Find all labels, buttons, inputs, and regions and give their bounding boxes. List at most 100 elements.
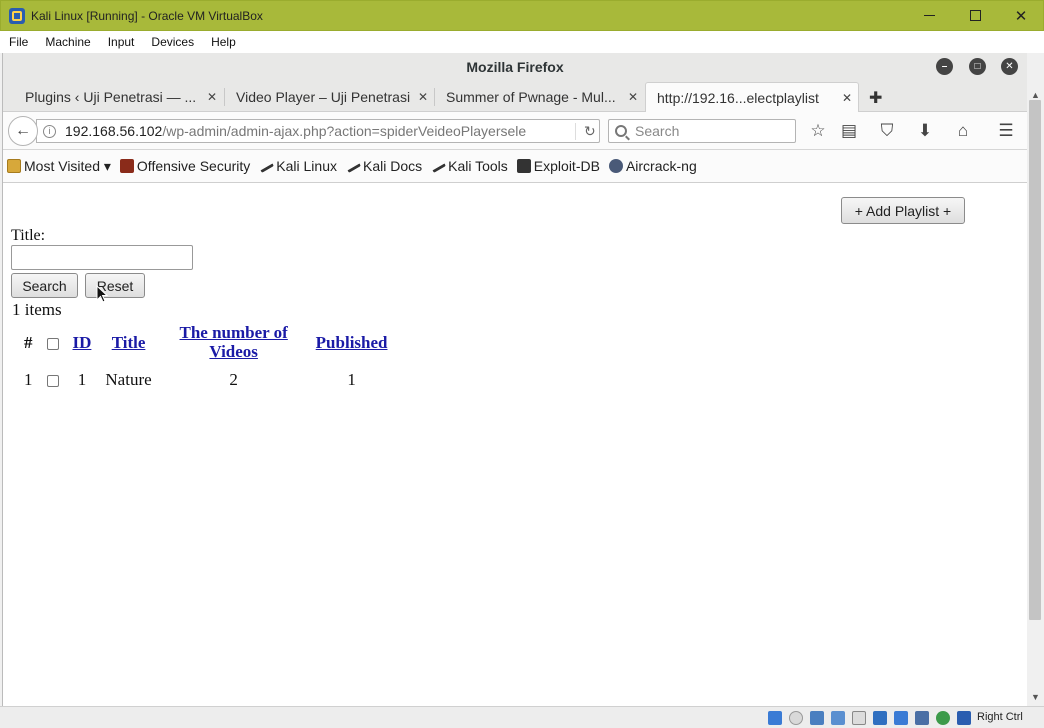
close-icon[interactable]: ✕ bbox=[1001, 58, 1018, 75]
kali-icon bbox=[258, 159, 275, 173]
pocket-icon[interactable]: ⛉ bbox=[877, 121, 897, 141]
shared-folders-icon[interactable] bbox=[873, 711, 887, 725]
tab-close-icon[interactable]: ✕ bbox=[628, 90, 638, 104]
network-icon[interactable] bbox=[831, 711, 845, 725]
bookmark-exploit-db[interactable]: Exploit-DB bbox=[516, 158, 600, 174]
url-host: 192.168.56.102 bbox=[65, 123, 163, 139]
host-maximize-button[interactable] bbox=[952, 0, 998, 31]
firefox-window: Mozilla Firefox – □ ✕ Plugins ‹ Uji Pene… bbox=[2, 53, 1028, 706]
optical-drive-icon[interactable] bbox=[789, 711, 803, 725]
audio-icon[interactable] bbox=[810, 711, 824, 725]
column-header-id[interactable]: ID bbox=[66, 320, 99, 364]
reset-button[interactable]: Reset bbox=[85, 273, 145, 298]
tab-close-icon[interactable]: ✕ bbox=[842, 91, 852, 105]
scroll-up-icon[interactable]: ▲ bbox=[1031, 90, 1040, 100]
bookmark-label: Kali Docs bbox=[362, 158, 423, 174]
row-select-cell bbox=[40, 364, 66, 396]
back-button[interactable]: ← bbox=[8, 116, 38, 146]
items-count: 1 items bbox=[12, 300, 62, 319]
table-header-row: # ID Title The number of Videos Publishe… bbox=[17, 320, 394, 364]
bookmark-label: Exploit-DB bbox=[533, 158, 600, 174]
kali-icon bbox=[430, 159, 447, 173]
sort-by-videos-link[interactable]: The number of Videos bbox=[180, 323, 288, 361]
search-bar[interactable]: Search bbox=[608, 119, 796, 143]
bookmark-star-icon[interactable]: ☆ bbox=[808, 121, 828, 141]
url-path: /wp-admin/admin-ajax.php?action=spiderVe… bbox=[162, 123, 527, 139]
host-minimize-button[interactable] bbox=[906, 0, 952, 31]
host-window-title: Kali Linux [Running] - Oracle VM Virtual… bbox=[31, 8, 263, 23]
url-bar[interactable]: i 192.168.56.102 /wp-admin/admin-ajax.ph… bbox=[36, 119, 600, 143]
select-all-checkbox[interactable] bbox=[46, 337, 59, 350]
menu-file[interactable]: File bbox=[9, 35, 28, 49]
host-close-button[interactable]: ✕ bbox=[998, 0, 1044, 31]
sort-by-published-link[interactable]: Published bbox=[316, 333, 388, 352]
scroll-down-icon[interactable]: ▼ bbox=[1031, 692, 1040, 702]
row-title[interactable]: Nature bbox=[98, 364, 158, 396]
search-placeholder: Search bbox=[635, 123, 680, 139]
column-header-videos[interactable]: The number of Videos bbox=[159, 320, 309, 364]
row-video-count: 2 bbox=[229, 370, 238, 389]
usb-icon[interactable] bbox=[852, 711, 866, 725]
menu-help[interactable]: Help bbox=[211, 35, 236, 49]
menu-devices[interactable]: Devices bbox=[151, 35, 194, 49]
new-tab-icon[interactable]: ✚ bbox=[869, 88, 882, 108]
row-id: 1 bbox=[77, 370, 87, 389]
folder-icon bbox=[7, 159, 21, 173]
menu-hamburger-icon[interactable]: ☰ bbox=[996, 121, 1016, 141]
tab-bar: Plugins ‹ Uji Penetrasi — ... ✕ Video Pl… bbox=[3, 80, 1027, 112]
reading-list-icon[interactable]: ▤ bbox=[839, 121, 859, 141]
bookmark-kali-tools[interactable]: Kali Tools bbox=[430, 158, 508, 174]
bookmark-kali-linux[interactable]: Kali Linux bbox=[258, 158, 337, 174]
title-filter-input[interactable] bbox=[11, 245, 193, 270]
column-header-select bbox=[40, 320, 66, 364]
search-icon bbox=[615, 125, 627, 137]
display-icon[interactable] bbox=[894, 711, 908, 725]
firefox-titlebar: Mozilla Firefox – □ ✕ bbox=[3, 53, 1027, 80]
reload-icon[interactable]: ↻ bbox=[575, 123, 596, 140]
bookmarks-toolbar: Most Visited ▾ Offensive Security Kali L… bbox=[3, 150, 1027, 183]
sort-by-id-link[interactable]: ID bbox=[73, 333, 92, 352]
bookmark-offensive-security[interactable]: Offensive Security bbox=[119, 158, 251, 174]
site-info-icon[interactable]: i bbox=[43, 124, 56, 138]
host-titlebar: Kali Linux [Running] - Oracle VM Virtual… bbox=[0, 0, 1044, 31]
bookmark-label: Kali Linux bbox=[276, 158, 337, 174]
scrollbar-thumb[interactable] bbox=[1029, 100, 1041, 620]
downloads-icon[interactable]: ⬇ bbox=[915, 121, 935, 141]
offsec-icon bbox=[119, 159, 134, 173]
mouse-integration-icon[interactable] bbox=[957, 711, 971, 725]
menu-input[interactable]: Input bbox=[108, 35, 135, 49]
harddisk-icon[interactable] bbox=[768, 711, 782, 725]
playlist-table: # ID Title The number of Videos Publishe… bbox=[17, 320, 394, 396]
tab-plugins[interactable]: Plugins ‹ Uji Penetrasi — ... ✕ bbox=[3, 82, 223, 112]
column-header-number: # bbox=[24, 332, 33, 352]
title-filter-label: Title: bbox=[11, 227, 46, 244]
mouse-cursor-icon bbox=[96, 285, 108, 303]
bookmark-label: Offensive Security bbox=[136, 158, 251, 174]
tab-label: Plugins ‹ Uji Penetrasi — ... bbox=[25, 89, 197, 105]
bookmark-kali-docs[interactable]: Kali Docs bbox=[344, 158, 423, 174]
kali-icon bbox=[344, 159, 362, 173]
video-capture-icon[interactable] bbox=[915, 711, 929, 725]
bookmark-aircrack-ng[interactable]: Aircrack-ng bbox=[608, 158, 697, 174]
menu-machine[interactable]: Machine bbox=[45, 35, 90, 49]
tab-active-playlist[interactable]: http://192.16...electplaylist ✕ bbox=[645, 82, 859, 112]
bookmark-label: Most Visited ▾ bbox=[24, 157, 111, 174]
minimize-icon[interactable]: – bbox=[936, 58, 953, 75]
maximize-icon[interactable]: □ bbox=[969, 58, 986, 75]
search-button[interactable]: Search bbox=[11, 273, 78, 298]
bookmark-label: Aircrack-ng bbox=[625, 158, 697, 174]
sort-by-title-link[interactable]: Title bbox=[112, 333, 146, 352]
tab-video-player[interactable]: Video Player – Uji Penetrasi ✕ bbox=[214, 82, 434, 112]
row-number: 1 bbox=[24, 370, 33, 389]
home-icon[interactable]: ⌂ bbox=[953, 121, 973, 141]
row-checkbox[interactable] bbox=[46, 375, 59, 388]
firefox-window-title: Mozilla Firefox bbox=[466, 58, 564, 75]
row-published[interactable]: 1 bbox=[309, 364, 395, 396]
tab-summer-of-pwnage[interactable]: Summer of Pwnage - Mul... ✕ bbox=[424, 82, 644, 112]
column-header-title[interactable]: Title bbox=[98, 320, 158, 364]
column-header-published[interactable]: Published bbox=[309, 320, 395, 364]
add-playlist-button[interactable]: + Add Playlist + bbox=[841, 197, 965, 224]
back-arrow-icon: ← bbox=[15, 122, 31, 139]
bookmark-most-visited[interactable]: Most Visited ▾ bbox=[7, 158, 111, 175]
cpu-icon[interactable] bbox=[936, 711, 950, 725]
